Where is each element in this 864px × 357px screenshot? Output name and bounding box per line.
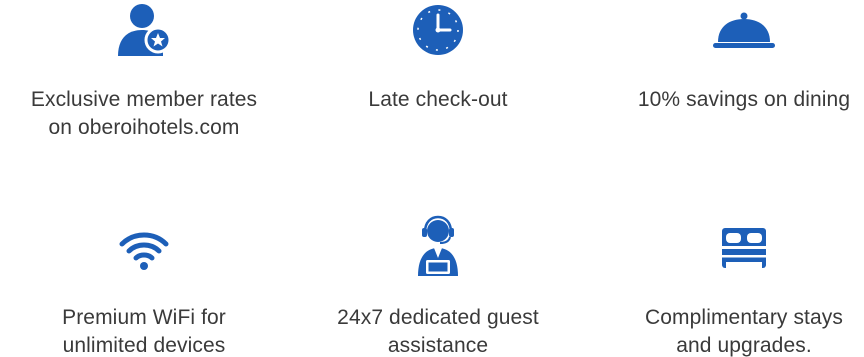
benefit-label: Complimentary stays and upgrades. bbox=[645, 306, 843, 357]
benefit-label: Exclusive member rates on oberoihotels.c… bbox=[30, 88, 258, 139]
guest-assistance-headset-icon bbox=[416, 214, 460, 278]
benefits-grid: Exclusive member rates on oberoihotels.c… bbox=[0, 0, 864, 357]
bed-icon bbox=[720, 226, 768, 270]
benefit-label: Late check-out bbox=[368, 88, 508, 111]
benefit-label: 10% savings on dining bbox=[637, 88, 851, 111]
benefit-late-checkout: Late check-out bbox=[294, 0, 582, 170]
benefit-member-rates: Exclusive member rates on oberoihotels.c… bbox=[0, 0, 288, 170]
benefit-label: Premium WiFi for unlimited devices bbox=[62, 306, 226, 357]
benefit-label: 24x7 dedicated guest assistance bbox=[337, 306, 539, 357]
benefit-dining-savings: 10% savings on dining bbox=[600, 0, 864, 170]
wifi-icon bbox=[119, 230, 169, 272]
clock-icon bbox=[412, 4, 464, 56]
benefit-guest-assistance: 24x7 dedicated guest assistance bbox=[294, 200, 582, 357]
benefit-complimentary-stays: Complimentary stays and upgrades. bbox=[600, 200, 864, 357]
benefit-premium-wifi: Premium WiFi for unlimited devices bbox=[0, 200, 288, 357]
dining-cloche-icon bbox=[712, 12, 776, 50]
member-star-icon bbox=[116, 2, 172, 56]
